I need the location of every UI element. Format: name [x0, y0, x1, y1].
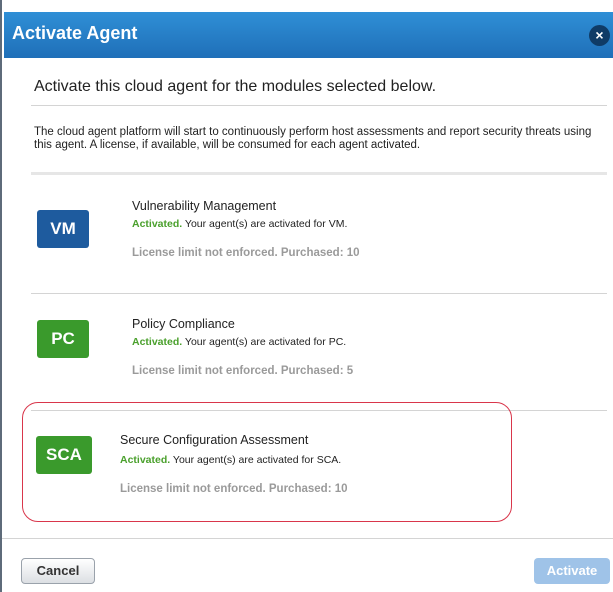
status-text: Your agent(s) are activated for PC.	[182, 336, 347, 348]
module-pc: PC Policy Compliance Activated. Your age…	[31, 294, 607, 404]
pc-badge: PC	[37, 320, 89, 358]
status-activated-label: Activated.	[132, 336, 183, 348]
activate-agent-dialog: Activate Agent × Activate this cloud age…	[0, 0, 613, 592]
license-info: License limit not enforced. Purchased: 5	[132, 365, 354, 377]
dialog-titlebar: Activate Agent ×	[4, 12, 613, 58]
dialog-description: The cloud agent platform will start to c…	[34, 126, 592, 151]
heading-divider	[31, 105, 607, 106]
sca-highlight-outline	[22, 402, 512, 522]
close-icon[interactable]: ×	[589, 25, 610, 46]
status-text: Your agent(s) are activated for VM.	[182, 218, 348, 230]
module-vm: VM Vulnerability Management Activated. Y…	[31, 176, 607, 286]
module-status: Activated. Your agent(s) are activated f…	[132, 336, 346, 348]
footer-divider	[2, 538, 613, 539]
activate-button[interactable]: Activate	[534, 558, 610, 584]
cancel-button[interactable]: Cancel	[21, 558, 95, 584]
status-activated-label: Activated.	[132, 218, 183, 230]
license-info: License limit not enforced. Purchased: 1…	[132, 247, 360, 259]
dialog-title: Activate Agent	[12, 23, 138, 43]
module-status: Activated. Your agent(s) are activated f…	[132, 218, 347, 230]
vm-badge: VM	[37, 210, 89, 248]
dialog-heading: Activate this cloud agent for the module…	[34, 78, 437, 95]
module-name: Vulnerability Management	[132, 199, 277, 213]
module-name: Policy Compliance	[132, 317, 235, 331]
description-divider	[31, 172, 607, 175]
